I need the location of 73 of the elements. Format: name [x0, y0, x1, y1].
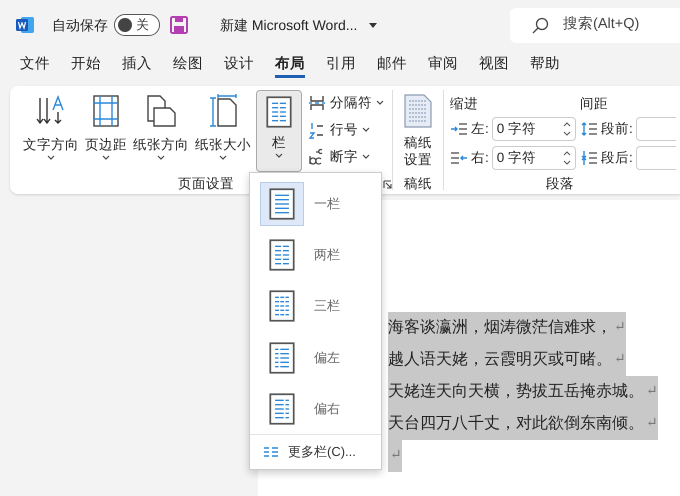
spacing-spin-field[interactable]: [636, 117, 676, 142]
indent-label: 右:: [470, 150, 489, 166]
group-label: 段落: [546, 176, 574, 192]
group-label: 稿纸: [404, 176, 432, 192]
columns-layout-icon: [269, 390, 295, 427]
chevron-icon: [102, 155, 110, 160]
chevron-icon: [47, 155, 55, 160]
columns-layout-icon: [269, 340, 295, 376]
ribbon-button[interactable]: 页边距: [82, 90, 130, 172]
ribbon-tab[interactable]: 设计: [224, 54, 254, 78]
ribbon-small-button[interactable]: 分隔符: [306, 90, 386, 115]
search-icon: [532, 16, 549, 34]
columns-layout-icon: [269, 288, 295, 324]
columns-icon: [266, 94, 292, 130]
spacing-after-icon: [580, 150, 598, 166]
spacing-spin-field[interactable]: [636, 146, 676, 170]
search-field[interactable]: 搜索(Alt+Q): [510, 8, 680, 42]
ribbon-button[interactable]: 文字方向: [20, 90, 82, 172]
chevron-icon: [362, 154, 370, 159]
ribbon-tab[interactable]: 审阅: [428, 54, 458, 78]
chevron-icon: [219, 155, 227, 160]
ribbon-tab[interactable]: 引用: [326, 54, 356, 78]
document-title[interactable]: 新建 Microsoft Word...: [220, 16, 358, 34]
grid-paper-icon: [402, 94, 433, 128]
spin-arrows-icon[interactable]: [562, 121, 571, 138]
columns-menu-item[interactable]: 偏左: [250, 332, 381, 384]
ribbon-tab[interactable]: 布局: [275, 54, 305, 78]
dialog-launcher-icon[interactable]: [383, 180, 392, 189]
ribbon-button[interactable]: 纸张大小: [192, 90, 254, 172]
spacing-label: 段后:: [600, 150, 633, 166]
columns-menu-item[interactable]: 偏右: [250, 383, 381, 434]
ribbon-tab[interactable]: 帮助: [530, 54, 560, 78]
columns-option-tile[interactable]: [260, 182, 304, 226]
line-numbers-icon: [308, 120, 326, 138]
ribbon-tab[interactable]: 邮件: [377, 54, 407, 78]
chevron-icon: [157, 155, 165, 160]
indent-spin-field[interactable]: 0 字符: [492, 146, 576, 170]
save-icon[interactable]: [170, 16, 188, 34]
ribbon-tab[interactable]: 文件: [20, 54, 50, 78]
spin-arrows-icon[interactable]: [562, 150, 571, 166]
autosave-toggle[interactable]: 关: [114, 14, 160, 36]
ribbon-tab[interactable]: 绘图: [173, 54, 203, 78]
columns-menu-item[interactable]: 一栏: [250, 178, 381, 230]
breaks-icon: [308, 94, 326, 112]
spacing-before-icon: [580, 121, 598, 138]
indent-right-icon: [450, 150, 468, 166]
indent-spin-field[interactable]: 0 字符: [492, 117, 576, 142]
dropdown-caret-icon[interactable]: [369, 22, 378, 28]
autosave-label: 自动保存: [52, 16, 108, 34]
columns-icon: [264, 447, 278, 458]
columns-menu-item[interactable]: 两栏: [250, 229, 381, 281]
columns-layout-icon: [269, 186, 295, 222]
columns-button[interactable]: 栏: [256, 90, 302, 172]
ribbon-small-button[interactable]: 断字: [306, 144, 386, 169]
indent-left-icon: [450, 121, 468, 138]
more-columns-item[interactable]: 更多栏(C)...: [250, 434, 381, 470]
chevron-icon: [362, 127, 370, 132]
columns-layout-icon: [269, 236, 295, 273]
columns-menu-item[interactable]: 三栏: [250, 280, 381, 332]
group-label: 页面设置: [178, 176, 234, 192]
indent-heading: 缩进: [450, 96, 479, 112]
ribbon-tab[interactable]: 视图: [479, 54, 509, 78]
spacing-label: 段前:: [600, 121, 633, 138]
spacing-heading: 间距: [580, 96, 609, 112]
ribbon-button[interactable]: 纸张方向: [130, 90, 192, 172]
indent-label: 左:: [470, 121, 489, 138]
word-logo-icon: [16, 16, 35, 34]
ribbon-tab[interactable]: 插入: [122, 54, 152, 78]
ribbon-tab[interactable]: 开始: [71, 54, 101, 78]
ribbon-small-button[interactable]: 行号: [306, 117, 386, 142]
chevron-icon: [275, 153, 283, 158]
chevron-icon: [376, 100, 384, 105]
manuscript-settings-button[interactable]: 稿纸 设置: [400, 90, 436, 172]
